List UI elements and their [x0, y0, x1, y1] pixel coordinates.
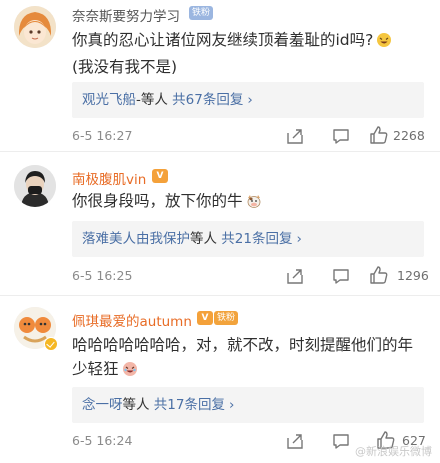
like-count: 2268 — [393, 128, 425, 143]
cow-emoji-icon — [246, 192, 262, 216]
comment-time: 6-5 16:25 — [72, 268, 133, 283]
comment-text-line: (我没有我不是) — [72, 58, 178, 76]
verified-badge-icon — [44, 337, 58, 351]
comment-text-line: 哈哈哈哈哈哈哈，对，就不改，时刻提醒他们的年 — [72, 336, 414, 354]
reply-count-link[interactable]: 共67条回复 — [172, 92, 243, 108]
vip-crown-icon: V — [197, 311, 213, 325]
watermark: @新浪娱乐微博 — [355, 445, 432, 458]
comment-time: 6-5 16:24 — [72, 433, 133, 448]
comment-item: 佩琪最爱的autumn V 铁粉 哈哈哈哈哈哈哈，对，就不改，时刻提醒他们的年 … — [0, 295, 440, 463]
comment-icon[interactable] — [330, 265, 352, 287]
reply-preview[interactable]: 观光飞船-等人 共67条回复 › — [72, 82, 424, 118]
reply-users-link[interactable]: 观光飞船 — [82, 92, 136, 108]
like-count: 1296 — [397, 268, 429, 283]
comment-item: 南极腹肌vin V 你很身段吗，放下你的牛 落难美人由我保护等人 共21条回复 ›… — [0, 151, 440, 295]
comment-text: 哈哈哈哈哈哈哈，对，就不改，时刻提醒他们的年 少轻狂 — [72, 333, 424, 384]
comment-text-line: 你很身段吗，放下你的牛 — [72, 192, 243, 210]
thumbs-up-icon[interactable] — [368, 264, 390, 286]
reply-preview[interactable]: 落难美人由我保护等人 共21条回复 › — [72, 221, 424, 257]
share-icon[interactable] — [284, 125, 306, 147]
comment-text: 你真的忍心让诸位网友继续顶着羞耻的id吗? (我没有我不是) — [72, 28, 424, 79]
username[interactable]: 南极腹肌vin — [72, 168, 146, 188]
comment-text-line: 你真的忍心让诸位网友继续顶着羞耻的id吗? — [72, 31, 374, 49]
share-icon[interactable] — [284, 430, 306, 452]
comment-icon[interactable] — [330, 125, 352, 147]
reply-users-suffix: 等人 — [122, 397, 150, 413]
laugh-emoji-icon — [376, 31, 392, 55]
reply-preview[interactable]: 念一呀等人 共17条回复 › — [72, 387, 424, 423]
laugh-cry-emoji-icon — [122, 360, 138, 384]
comment-icon[interactable] — [330, 430, 352, 452]
comment-item: 奈奈斯要努力学习 铁粉 你真的忍心让诸位网友继续顶着羞耻的id吗? (我没有我不… — [0, 0, 440, 151]
reply-users-link[interactable]: 念一呀 — [82, 397, 123, 413]
reply-users-link[interactable]: 落难美人由我保护 — [82, 231, 190, 247]
vip-crown-icon: V — [152, 169, 168, 183]
chevron-right-icon: › — [296, 231, 302, 247]
avatar[interactable] — [14, 6, 56, 48]
avatar[interactable] — [14, 165, 56, 207]
comment-text-line: 少轻狂 — [72, 360, 119, 378]
username[interactable]: 佩琪最爱的autumn — [72, 310, 192, 330]
reply-count-link[interactable]: 共17条回复 — [154, 397, 225, 413]
share-icon[interactable] — [284, 265, 306, 287]
fan-badge: 铁粉 — [189, 6, 214, 20]
chevron-right-icon: › — [228, 397, 235, 413]
username[interactable]: 奈奈斯要努力学习 — [72, 5, 180, 25]
reply-count-link[interactable]: 共21条回复 — [221, 231, 292, 247]
comment-text: 你很身段吗，放下你的牛 — [72, 189, 424, 216]
chevron-right-icon: › — [247, 92, 253, 108]
thumbs-up-icon[interactable] — [368, 124, 390, 146]
fan-badge: 铁粉 — [214, 311, 239, 325]
comment-time: 6-5 16:27 — [72, 128, 133, 143]
reply-users-suffix: -等人 — [136, 92, 168, 108]
reply-users-suffix: 等人 — [190, 231, 217, 247]
